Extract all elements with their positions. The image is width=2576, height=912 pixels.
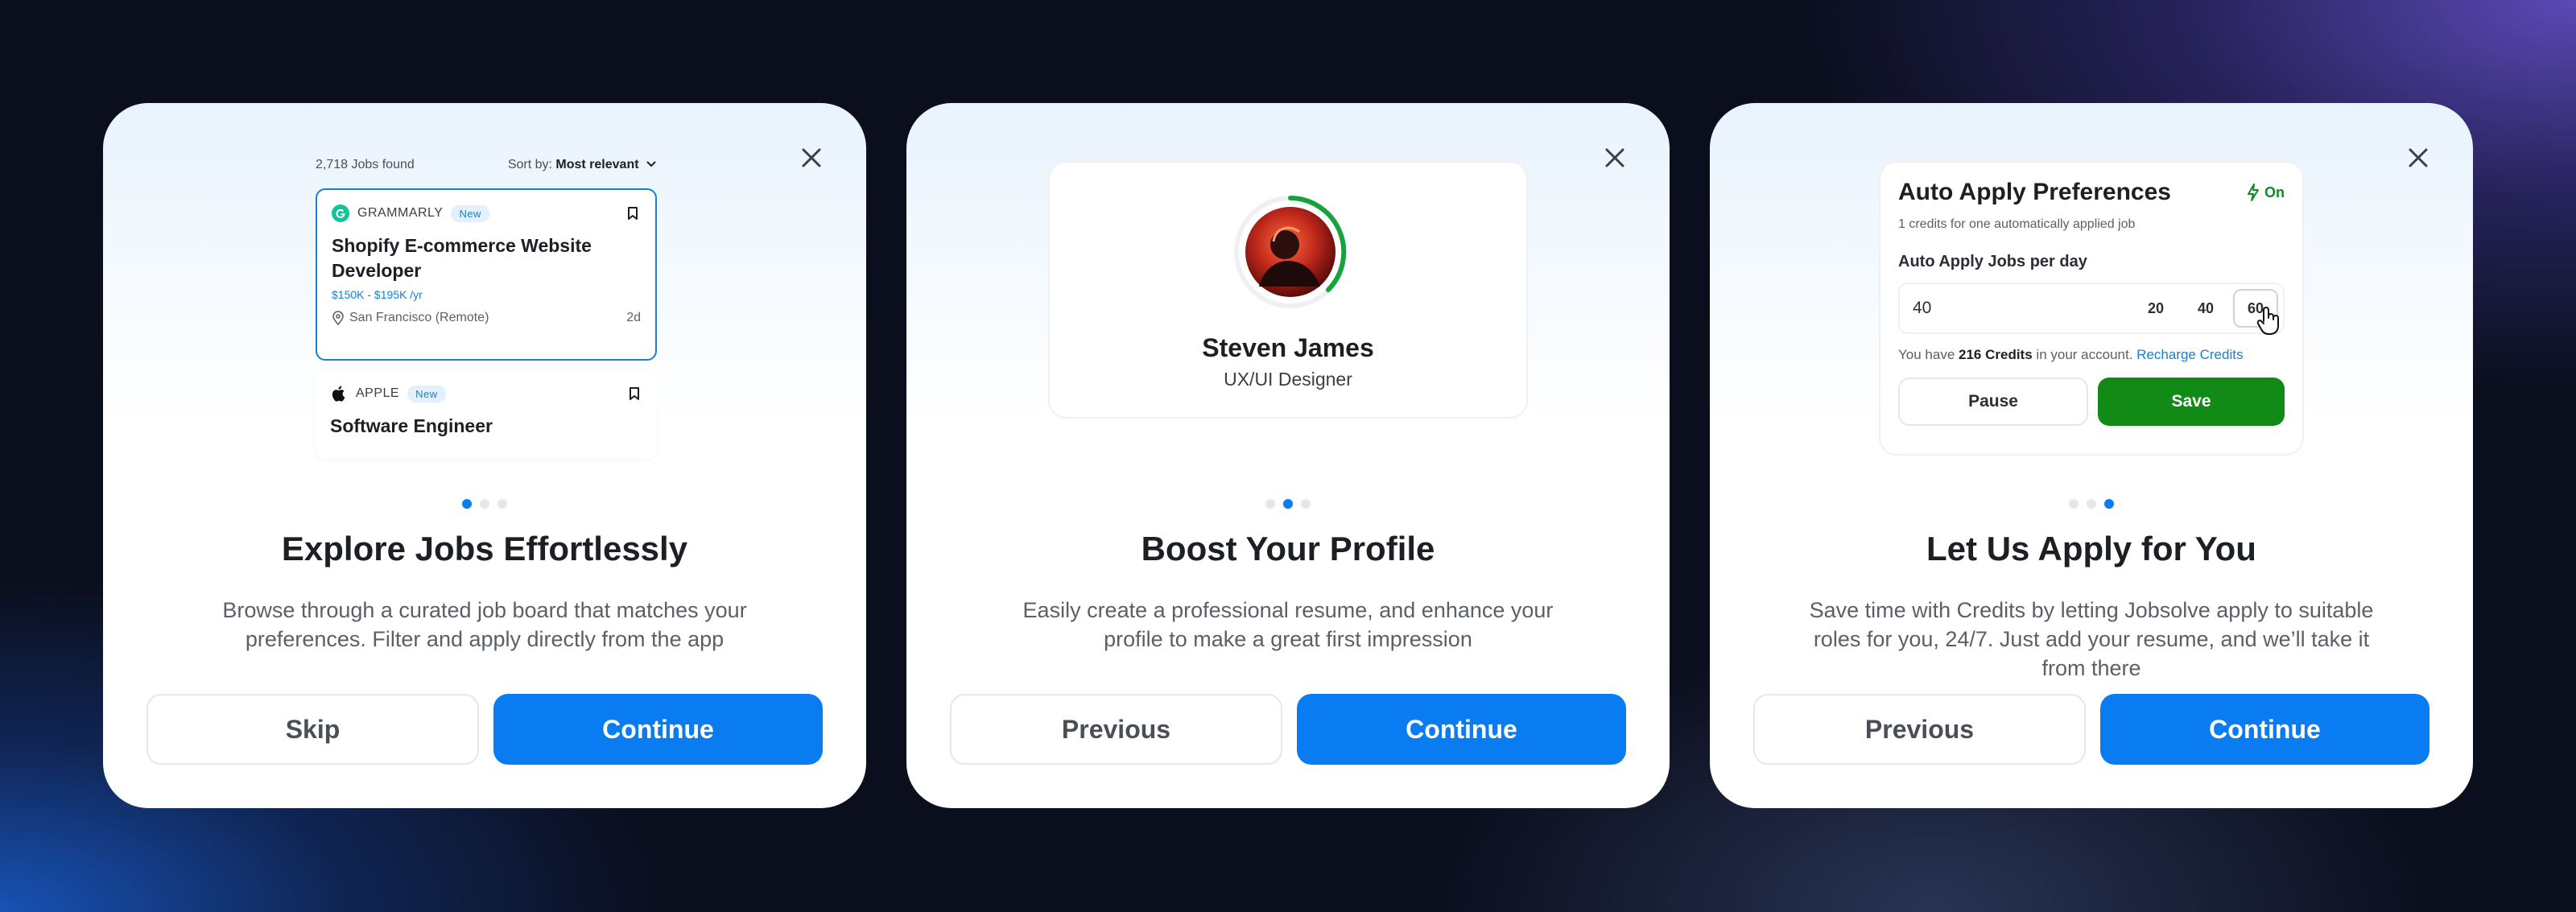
pause-button[interactable]: Pause	[1898, 378, 2088, 426]
close-icon	[2409, 148, 2428, 167]
pagination-dots	[906, 499, 1670, 509]
pagination-dots	[1710, 499, 2473, 509]
job-title: Software Engineer	[330, 415, 493, 436]
pagination-dot[interactable]	[480, 499, 489, 509]
jobs-found-count: 2,718 Jobs found	[316, 158, 415, 171]
close-button[interactable]	[792, 138, 831, 177]
pagination-dot[interactable]	[2087, 499, 2096, 509]
bookmark-icon[interactable]	[625, 205, 641, 221]
onboarding-card-auto-apply: Auto Apply Preferences On 1 credits for …	[1710, 103, 2473, 808]
credits-amount: 216 Credits	[1959, 347, 2033, 362]
jobs-per-day-input[interactable]: 40 20 40 60	[1898, 283, 2285, 335]
avatar-progress-ring	[1234, 196, 1347, 308]
pagination-dot[interactable]	[2069, 499, 2079, 509]
card-title: Explore Jobs Effortlessly	[281, 530, 688, 567]
preferences-subtitle: 1 credits for one automatically applied …	[1898, 217, 2136, 231]
profile-preview-card: Steven James UX/UI Designer	[1048, 161, 1528, 419]
location-pin-icon	[332, 311, 344, 325]
close-button[interactable]	[2399, 138, 2438, 177]
card-title: Let Us Apply for You	[1926, 530, 2256, 567]
pagination-dot-active[interactable]	[1283, 499, 1293, 509]
sort-value: Most relevant	[555, 158, 639, 171]
recharge-credits-link[interactable]: Recharge Credits	[2136, 347, 2243, 362]
continue-button[interactable]: Continue	[2100, 694, 2429, 765]
card-title: Boost Your Profile	[1141, 530, 1435, 567]
company-name: GRAMMARLY	[357, 206, 444, 220]
status-label: On	[2264, 184, 2285, 200]
profile-name: Steven James	[1202, 333, 1374, 362]
company-name: APPLE	[356, 386, 400, 400]
close-button[interactable]	[1596, 138, 1634, 177]
apple-logo-icon	[330, 385, 348, 402]
lightning-icon	[2248, 184, 2259, 201]
new-badge: New	[451, 204, 489, 222]
close-icon	[802, 148, 821, 167]
card-description: Save time with Credits by letting Jobsol…	[1809, 598, 2374, 680]
continue-button[interactable]: Continue	[493, 694, 823, 765]
skip-button[interactable]: Skip	[147, 694, 479, 765]
jobs-per-day-label: Auto Apply Jobs per day	[1898, 253, 2087, 270]
bookmark-icon[interactable]	[626, 386, 642, 402]
preset-chip-20[interactable]: 20	[2133, 289, 2178, 328]
preset-chip-40[interactable]: 40	[2183, 289, 2228, 328]
save-button[interactable]: Save	[2098, 378, 2285, 426]
pagination-dot[interactable]	[1265, 499, 1275, 509]
chevron-down-icon	[646, 161, 656, 167]
continue-button[interactable]: Continue	[1297, 694, 1626, 765]
onboarding-card-explore-jobs: 2,718 Jobs found Sort by: Most relevant …	[103, 103, 866, 808]
card-description: Browse through a curated job board that …	[222, 598, 747, 651]
auto-apply-preferences-panel: Auto Apply Preferences On 1 credits for …	[1879, 161, 2304, 456]
job-salary: $150K - $195K /yr	[332, 288, 423, 301]
close-icon	[1605, 148, 1624, 167]
credits-prefix: You have	[1898, 347, 1955, 362]
new-badge: New	[407, 385, 446, 402]
pagination-dot-active[interactable]	[462, 499, 472, 509]
avatar	[1232, 193, 1349, 311]
card-description: Easily create a professional resume, and…	[1022, 598, 1554, 651]
credits-info: You have 216 Credits in your account. Re…	[1898, 347, 2285, 363]
preferences-title: Auto Apply Preferences	[1898, 179, 2171, 205]
sort-dropdown[interactable]: Sort by: Most relevant	[508, 158, 657, 172]
sort-label: Sort by:	[507, 158, 552, 171]
job-card-selected[interactable]: GRAMMARLY New Shopify E-commerce Website…	[316, 188, 657, 361]
onboarding-card-boost-profile: Steven James UX/UI Designer Boost Your P…	[906, 103, 1670, 808]
job-location: San Francisco (Remote)	[349, 311, 489, 324]
previous-button[interactable]: Previous	[1753, 694, 2086, 765]
credits-suffix: in your account.	[2036, 347, 2133, 362]
auto-apply-status-toggle[interactable]: On	[2247, 184, 2285, 201]
job-posted-age: 2d	[626, 311, 641, 324]
job-title: Shopify E-commerce Website Developer	[332, 235, 592, 281]
grammarly-logo-icon	[332, 204, 349, 222]
preset-chip-60[interactable]: 60	[2233, 289, 2279, 335]
previous-button[interactable]: Previous	[950, 694, 1282, 765]
profile-role: UX/UI Designer	[1224, 369, 1352, 390]
pagination-dot[interactable]	[497, 499, 507, 509]
hand-cursor-icon	[2256, 307, 2279, 335]
pagination-dot-active[interactable]	[2104, 499, 2114, 509]
jobs-per-day-value: 40	[1913, 299, 1932, 317]
pagination-dots	[103, 499, 866, 509]
pagination-dot[interactable]	[1301, 499, 1311, 509]
jobs-meta-bar: 2,718 Jobs found Sort by: Most relevant	[316, 158, 657, 172]
job-card[interactable]: APPLE New Software Engineer	[316, 370, 657, 459]
